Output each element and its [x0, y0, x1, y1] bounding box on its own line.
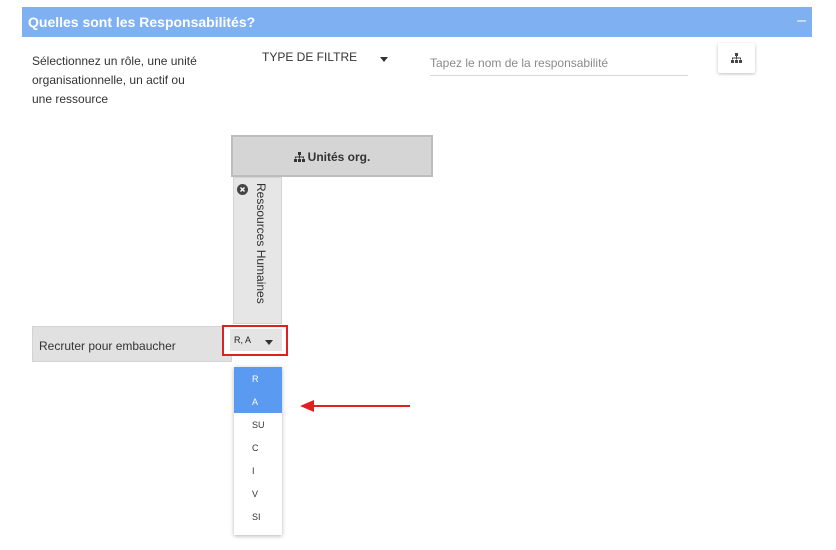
filter-type-label: TYPE DE FILTRE: [262, 50, 358, 64]
dropdown-option-v[interactable]: V: [234, 482, 282, 505]
responsibility-search-input[interactable]: [430, 50, 688, 76]
sitemap-icon: [293, 152, 305, 162]
times-circle-icon[interactable]: [237, 184, 248, 195]
annotation-arrow-icon: [300, 400, 410, 412]
dropdown-option-i[interactable]: I: [234, 459, 282, 482]
column-header-human-resources: Ressources Humaines: [233, 177, 282, 324]
raci-options-dropdown: R A SU C I V SI: [234, 367, 282, 535]
collapse-button[interactable]: –: [797, 9, 806, 33]
panel-title: Quelles sont les Responsabilités?: [28, 14, 256, 30]
org-units-label: Unités org.: [307, 150, 371, 164]
column-label: Ressources Humaines: [254, 183, 268, 304]
org-units-header: Unités org.: [231, 135, 433, 177]
dropdown-option-a[interactable]: A: [234, 390, 282, 413]
row-label: Recruter pour embaucher: [39, 339, 176, 353]
dropdown-option-su[interactable]: SU: [234, 413, 282, 436]
row-header-recruitment: Recruter pour embaucher: [32, 326, 232, 362]
org-chart-button[interactable]: [718, 43, 755, 73]
dropdown-option-c[interactable]: C: [234, 436, 282, 459]
dropdown-option-r[interactable]: R: [234, 367, 282, 390]
panel-header: Quelles sont les Responsabilités? –: [22, 7, 812, 37]
filter-instructions: Sélectionnez un rôle, une unité organisa…: [32, 54, 197, 106]
caret-down-icon: [265, 340, 273, 345]
raci-cell-select[interactable]: R, A: [230, 329, 282, 351]
sitemap-icon: [731, 53, 742, 63]
raci-cell-highlight: R, A: [222, 325, 288, 356]
dropdown-option-si[interactable]: SI: [234, 505, 282, 528]
raci-cell-value: R, A: [234, 335, 252, 345]
filter-type-select[interactable]: TYPE DE FILTRE: [262, 50, 392, 70]
caret-down-icon: [380, 57, 388, 62]
